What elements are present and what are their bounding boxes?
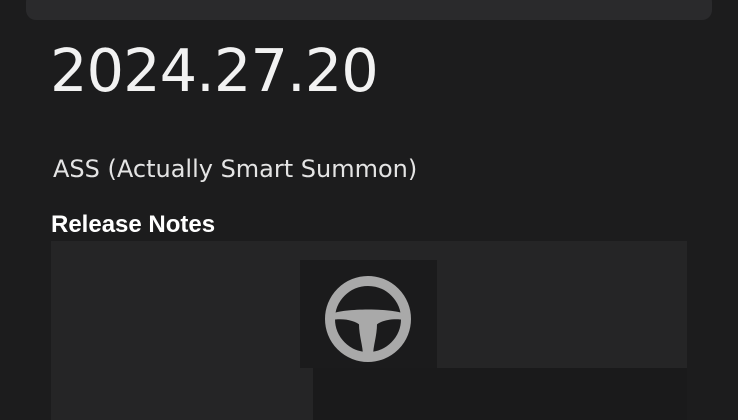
version-number: 2024.27.20 <box>50 36 379 105</box>
top-card <box>26 0 712 20</box>
release-notes-screen: 2024.27.20 ASS (Actually Smart Summon) R… <box>0 0 738 420</box>
release-notes-heading: Release Notes <box>51 211 216 238</box>
feature-icon-tile <box>300 260 437 368</box>
notes-content-block <box>313 368 687 420</box>
feature-title: ASS (Actually Smart Summon) <box>53 155 418 183</box>
steering-wheel-icon <box>325 276 411 362</box>
